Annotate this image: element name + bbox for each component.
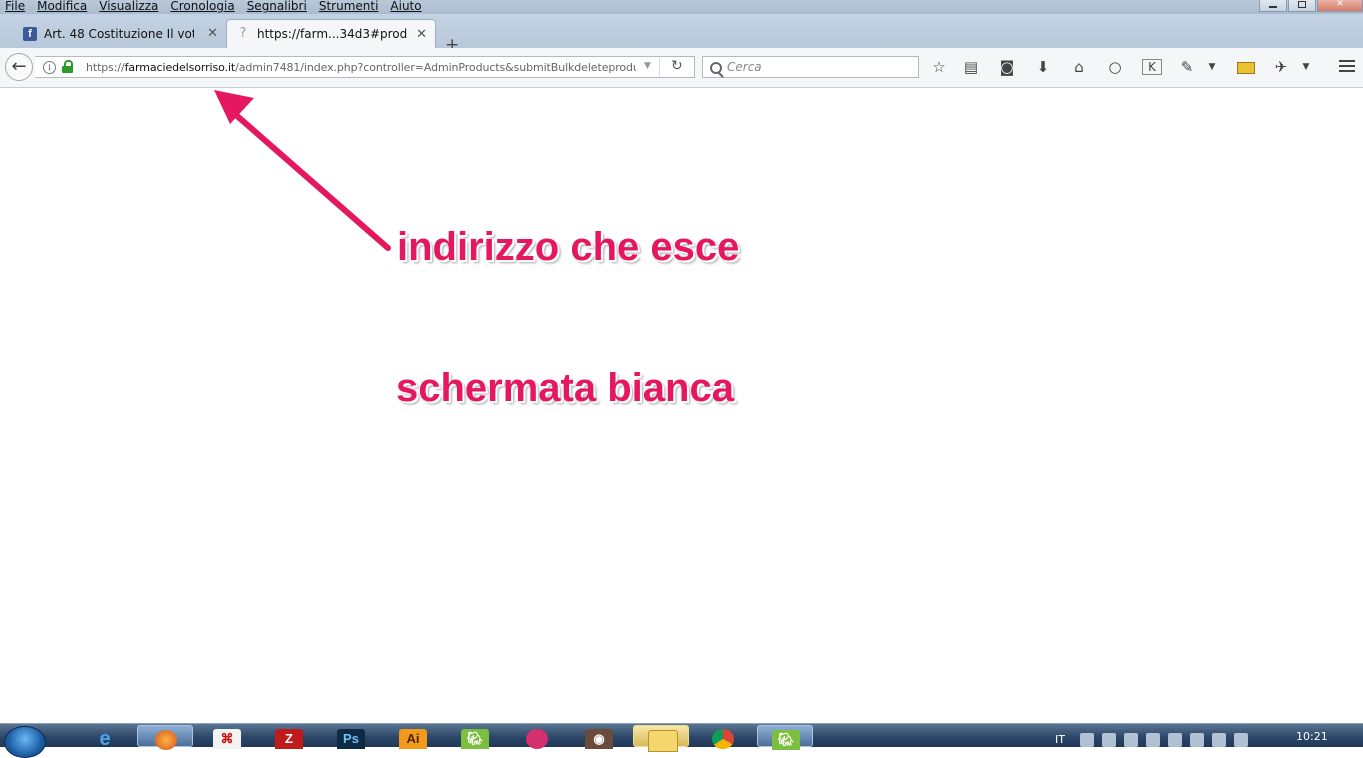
extension-k-icon[interactable]: K <box>1142 59 1162 75</box>
extension-icon[interactable]: ✈ <box>1272 58 1290 76</box>
tray-app-icon[interactable] <box>1124 733 1138 747</box>
page-content: indirizzo che esce schermata bianca <box>0 88 1363 723</box>
evernote-icon: 🐘︎ <box>772 730 800 750</box>
taskbar-evernote[interactable]: 🐘︎ <box>447 725 503 749</box>
info-icon[interactable]: i <box>43 61 56 74</box>
taskbar-explorer[interactable] <box>633 725 689 752</box>
arrow-shaft <box>233 112 391 251</box>
taskbar-swiftkey[interactable] <box>509 725 565 749</box>
url-host: farmaciedelsorriso.it <box>124 61 236 74</box>
url-path: /admin7481/index.php?controller=AdminPro… <box>235 61 636 74</box>
filezilla-icon: Z <box>275 729 303 749</box>
url-scheme: https:// <box>86 61 125 74</box>
tab-active-product[interactable]: ? https://farm...34d3#product ✕ <box>226 19 436 48</box>
arrow-head <box>214 90 254 124</box>
eyedropper-icon[interactable]: ✎ <box>1178 58 1196 76</box>
taskbar-chrome[interactable] <box>695 725 751 749</box>
tab-strip: f Art. 48 Costituzione Il voto ... ✕ ? h… <box>0 14 1363 54</box>
back-button[interactable]: ← <box>5 53 33 81</box>
tray-battery-icon[interactable] <box>1190 733 1204 747</box>
back-arrow-icon: ← <box>11 56 27 77</box>
tray-network-icon[interactable] <box>1212 733 1226 747</box>
close-tab-icon[interactable]: ✕ <box>416 27 427 42</box>
tab-label: https://farm...34d3#product <box>257 27 407 41</box>
menu-visualizza[interactable]: Visualizza <box>99 0 158 14</box>
menu-cronologia[interactable]: Cronologia <box>170 0 234 14</box>
tray-app-icon[interactable] <box>1102 733 1116 747</box>
title-bar: File Modifica Visualizza Cronologia Segn… <box>0 0 1363 14</box>
lock-icon[interactable] <box>62 60 73 73</box>
taskbar-evernote-2[interactable]: 🐘︎ <box>757 725 813 750</box>
search-bar[interactable] <box>702 56 919 78</box>
url-text[interactable]: https://farmaciedelsorriso.it/admin7481/… <box>86 61 636 74</box>
close-window-button[interactable]: ✕ <box>1317 0 1363 12</box>
camera-icon: ◉ <box>585 729 613 749</box>
maximize-button[interactable] <box>1288 0 1316 12</box>
close-tab-icon[interactable]: ✕ <box>207 26 218 41</box>
language-indicator[interactable]: IT <box>1055 733 1065 746</box>
search-input[interactable] <box>727 60 907 74</box>
tray-flag-icon[interactable] <box>1168 733 1182 747</box>
dropdown-icon[interactable]: ▼ <box>1301 58 1311 76</box>
system-tray <box>1080 733 1248 747</box>
annotation-address-text: indirizzo che esce <box>397 225 740 269</box>
reload-icon[interactable]: ↻ <box>671 58 683 74</box>
menu-bar: File Modifica Visualizza Cronologia Segn… <box>0 0 428 14</box>
photoshop-icon: Ps <box>337 729 365 749</box>
tray-volume-icon[interactable] <box>1234 733 1248 747</box>
window-controls: ✕ <box>1258 0 1363 12</box>
menu-aiuto[interactable]: Aiuto <box>390 0 421 14</box>
address-bar[interactable]: i https://farmaciedelsorriso.it/admin748… <box>35 56 695 78</box>
bookmarks-menu-icon[interactable]: ▤ <box>962 58 980 76</box>
bookmark-star-icon[interactable]: ☆ <box>930 58 948 76</box>
clock[interactable]: 10:21 <box>1296 730 1328 743</box>
evernote-icon: 🐘︎ <box>461 729 489 749</box>
facebook-icon: f <box>23 26 37 41</box>
tab-label: Art. 48 Costituzione Il voto ... <box>44 26 194 41</box>
illustrator-icon: Ai <box>399 729 427 749</box>
home-icon[interactable]: ⌂ <box>1070 58 1088 76</box>
taskbar-camera[interactable]: ◉ <box>571 725 627 749</box>
taskbar-acrobat[interactable]: ⌘ <box>199 725 255 749</box>
taskbar-firefox[interactable] <box>137 725 193 750</box>
taskbar-internet-explorer[interactable]: e <box>77 725 133 750</box>
taskbar-filezilla[interactable]: Z <box>261 725 317 749</box>
tray-up-arrow-icon[interactable] <box>1080 733 1094 747</box>
menu-strumenti[interactable]: Strumenti <box>319 0 379 14</box>
chat-icon[interactable]: ○ <box>1106 58 1124 76</box>
pocket-icon[interactable]: ◙ <box>998 58 1016 76</box>
tab-facebook[interactable]: f Art. 48 Costituzione Il voto ... ✕ <box>14 19 226 48</box>
search-icon <box>710 62 722 74</box>
navigation-toolbar: ← i https://farmaciedelsorriso.it/admin7… <box>0 48 1363 88</box>
dropdown-icon[interactable]: ▼ <box>1207 58 1217 76</box>
hamburger-menu-icon[interactable] <box>1339 60 1355 72</box>
menu-modifica[interactable]: Modifica <box>37 0 87 14</box>
downloads-icon[interactable]: ⬇ <box>1034 58 1052 76</box>
internet-explorer-icon: e <box>99 728 111 750</box>
taskbar-photoshop[interactable]: Ps <box>323 725 379 749</box>
folder-icon <box>648 730 678 752</box>
start-button[interactable] <box>4 726 46 758</box>
swiftkey-icon <box>526 729 548 749</box>
menu-file[interactable]: File <box>5 0 25 14</box>
taskbar: e ⌘ Z Ps Ai 🐘︎ ◉ 🐘︎ IT 10:21 <box>0 723 1363 758</box>
ruler-icon[interactable] <box>1237 62 1255 74</box>
firefox-icon <box>155 730 177 750</box>
separator <box>659 58 660 77</box>
taskbar-illustrator[interactable]: Ai <box>385 725 441 749</box>
chrome-icon <box>712 729 734 749</box>
menu-segnalibri[interactable]: Segnalibri <box>247 0 307 14</box>
history-dropdown-icon[interactable]: ▼ <box>644 61 651 71</box>
minimize-button[interactable] <box>1259 0 1287 12</box>
annotation-white-screen-text: schermata bianca <box>396 366 734 410</box>
acrobat-icon: ⌘ <box>213 729 241 749</box>
tray-app-icon[interactable] <box>1146 733 1160 747</box>
unknown-page-icon: ? <box>239 26 247 41</box>
